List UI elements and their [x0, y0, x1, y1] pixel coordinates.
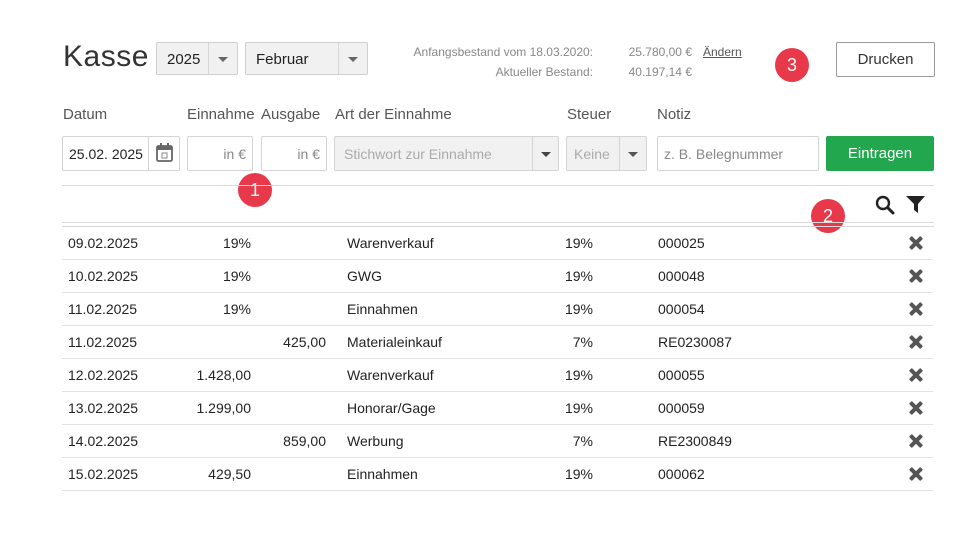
row-date: 15.02.2025 [68, 466, 139, 482]
row-type: GWG [347, 268, 382, 284]
row-note: 000059 [658, 400, 705, 416]
row-tax: 19% [564, 400, 593, 416]
date-label: Datum [63, 106, 108, 123]
print-button[interactable]: Drucken [836, 42, 935, 77]
income-label: Einnahme [187, 106, 255, 123]
expense-label: Ausgabe [261, 106, 321, 123]
current-balance-value: 40.197,14 € [628, 65, 692, 79]
month-value: Februar [256, 51, 309, 68]
tax-label: Steuer [567, 106, 612, 123]
table-row[interactable]: 11.02.2025 19% Einnahmen 19% 000054 [62, 293, 933, 326]
row-date: 09.02.2025 [68, 235, 139, 251]
row-income: 19% [222, 301, 251, 317]
table-row[interactable]: 15.02.2025 429,50 Einnahmen 19% 000062 [62, 458, 933, 491]
row-income: 19% [222, 268, 251, 284]
row-date: 13.02.2025 [68, 400, 139, 416]
delete-icon[interactable] [909, 302, 923, 316]
chevron-down-icon [338, 43, 367, 74]
tax-value: Keine [574, 146, 610, 162]
row-income: 1.299,00 [196, 400, 252, 416]
submit-entry-button[interactable]: Eintragen [826, 136, 934, 171]
row-tax: 19% [564, 466, 593, 482]
delete-icon[interactable] [909, 269, 923, 283]
delete-icon[interactable] [909, 368, 923, 382]
row-type: Werbung [347, 433, 404, 449]
calendar-icon[interactable] [148, 137, 179, 170]
delete-icon[interactable] [909, 467, 923, 481]
row-type: Einnahmen [347, 466, 418, 482]
row-type: Honorar/Gage [347, 400, 436, 416]
income-placeholder: in € [223, 146, 246, 162]
divider [62, 185, 934, 186]
change-balance-link[interactable]: Ändern [703, 45, 742, 59]
date-field[interactable]: 25.02. 2025 [62, 136, 180, 171]
callout-badge-1: 1 [238, 173, 272, 207]
opening-balance-label: Anfangsbestand vom 18.03.2020: [413, 45, 593, 59]
income-input[interactable]: in € [187, 136, 253, 171]
row-note: RE2300849 [658, 433, 732, 449]
row-note: RE0230087 [658, 334, 732, 350]
row-type: Warenverkauf [347, 235, 434, 251]
row-tax: 7% [572, 433, 593, 449]
row-tax: 19% [564, 268, 593, 284]
table-row[interactable]: 10.02.2025 19% GWG 19% 000048 [62, 260, 933, 293]
row-type: Warenverkauf [347, 367, 434, 383]
row-note: 000054 [658, 301, 705, 317]
row-date: 12.02.2025 [68, 367, 139, 383]
month-select[interactable]: Februar [245, 42, 368, 75]
row-tax: 19% [564, 367, 593, 383]
income-type-placeholder: Stichwort zur Einnahme [344, 146, 492, 162]
row-income: 429,50 [208, 466, 251, 482]
row-income: 1.428,00 [196, 367, 252, 383]
opening-balance-value: 25.780,00 € [628, 45, 692, 59]
expense-input[interactable]: in € [261, 136, 327, 171]
table-row[interactable]: 12.02.2025 1.428,00 Warenverkauf 19% 000055 [62, 359, 933, 392]
row-expense: 425,00 [283, 334, 326, 350]
year-value: 2025 [167, 51, 201, 68]
row-tax: 19% [564, 301, 593, 317]
delete-icon[interactable] [909, 401, 923, 415]
page-title: Kasse [63, 40, 149, 73]
callout-badge-3: 3 [775, 48, 809, 82]
row-date: 11.02.2025 [68, 334, 138, 350]
chevron-down-icon [532, 137, 558, 170]
row-date: 10.02.2025 [68, 268, 139, 284]
chevron-down-icon [619, 137, 646, 170]
row-note: 000048 [658, 268, 705, 284]
delete-icon[interactable] [909, 236, 923, 250]
current-balance-label: Aktueller Bestand: [495, 65, 593, 79]
type-label: Art der Einnahme [335, 106, 452, 123]
tax-select[interactable]: Keine [566, 136, 647, 171]
note-placeholder: z. B. Belegnummer [664, 146, 784, 162]
row-tax: 19% [564, 235, 593, 251]
note-label: Notiz [657, 106, 692, 123]
row-tax: 7% [572, 334, 593, 350]
table-row[interactable]: 14.02.2025 859,00 Werbung 7% RE2300849 [62, 425, 933, 458]
date-value: 25.02. 2025 [69, 146, 143, 162]
search-icon[interactable] [874, 194, 896, 216]
divider [62, 222, 934, 223]
row-expense: 859,00 [283, 433, 326, 449]
delete-icon[interactable] [909, 434, 923, 448]
row-date: 14.02.2025 [68, 433, 139, 449]
chevron-down-icon [208, 43, 237, 74]
row-note: 000062 [658, 466, 705, 482]
row-note: 000055 [658, 367, 705, 383]
year-select[interactable]: 2025 [156, 42, 238, 75]
row-income: 19% [222, 235, 251, 251]
income-type-select[interactable]: Stichwort zur Einnahme [334, 136, 559, 171]
row-type: Materialeinkauf [347, 334, 442, 350]
filter-icon[interactable] [905, 195, 927, 215]
row-date: 11.02.2025 [68, 301, 138, 317]
table-row[interactable]: 09.02.2025 19% Warenverkauf 19% 000025 [62, 227, 933, 260]
row-note: 000025 [658, 235, 705, 251]
table-row[interactable]: 11.02.2025 425,00 Materialeinkauf 7% RE02300… [62, 326, 933, 359]
expense-placeholder: in € [297, 146, 320, 162]
delete-icon[interactable] [909, 335, 923, 349]
table-row[interactable]: 13.02.2025 1.299,00 Honorar/Gage 19% 000059 [62, 392, 933, 425]
row-type: Einnahmen [347, 301, 418, 317]
note-input[interactable]: z. B. Belegnummer [657, 136, 819, 171]
